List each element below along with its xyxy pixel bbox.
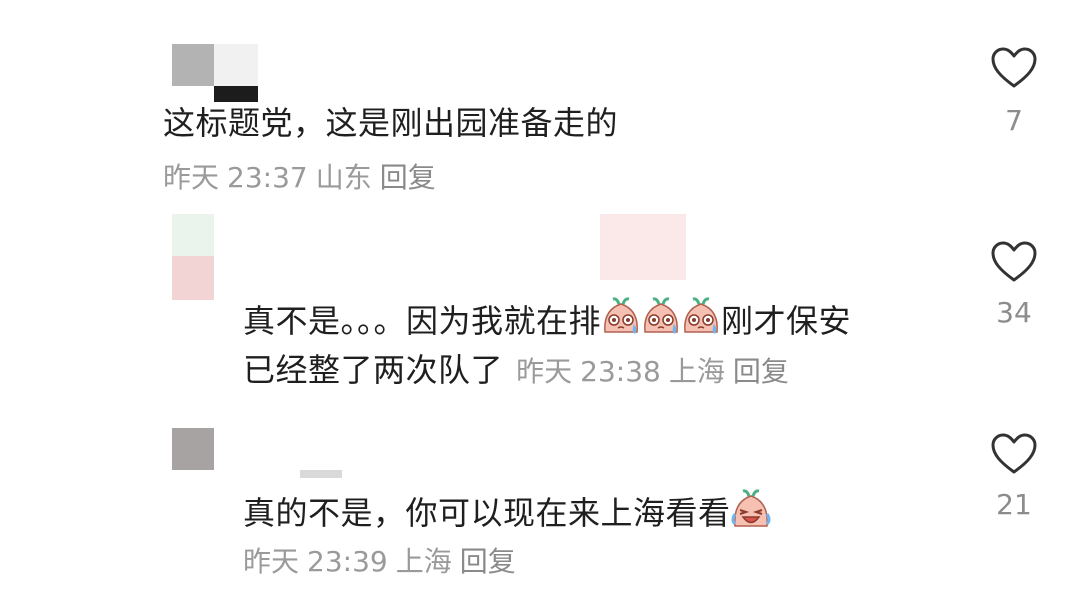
like-button[interactable] [990, 432, 1038, 480]
sweat-face-emoji-icon [644, 297, 678, 334]
comment-text-part: 真不是。。。因为我就在排 [243, 302, 602, 340]
comment-time: 23:38 [580, 355, 661, 388]
heart-icon [991, 241, 1037, 282]
like-count: 7 [1005, 104, 1023, 137]
username-redacted [600, 214, 686, 280]
sweat-face-emoji-icon [604, 297, 638, 334]
comment-date: 昨天 [243, 545, 300, 578]
comment-text: 真的不是，你可以现在来上海看看 [243, 488, 771, 533]
comment-time: 23:37 [227, 161, 308, 194]
like-count: 21 [996, 488, 1032, 521]
like-count: 34 [996, 296, 1032, 329]
sweat-face-emoji-icon [684, 297, 718, 334]
heart-icon [991, 47, 1037, 88]
comment-time: 23:39 [307, 545, 388, 578]
username-redacted [300, 470, 342, 478]
comment-date: 昨天 [516, 355, 573, 388]
comment-line-2: 已经整了两次队了 昨天 23:38 上海 回复 [243, 350, 797, 390]
avatar[interactable] [172, 428, 216, 472]
comment-1: 这标题党，这是刚出园准备走的 昨天 23:37 山东 回复 7 [0, 0, 1080, 200]
heart-icon [991, 433, 1037, 474]
comment-meta: 昨天 23:37 山东 回复 [163, 160, 444, 196]
reply-button[interactable]: 回复 [380, 161, 436, 194]
avatar[interactable] [172, 44, 262, 102]
comment-text-part: 已经整了两次队了 [243, 351, 504, 389]
comment-text-part: 刚才保安 [721, 302, 852, 340]
laugh-cry-emoji-icon [731, 489, 771, 527]
like-button[interactable] [990, 46, 1038, 94]
comment-date: 昨天 [163, 161, 220, 194]
comment-location: 上海 [668, 355, 725, 388]
comment-3: 真的不是，你可以现在来上海看看 昨天 23:39 上海 回复 21 [0, 410, 1080, 598]
avatar[interactable] [172, 214, 216, 302]
comment-location: 山东 [315, 161, 372, 194]
comment-location: 上海 [395, 545, 452, 578]
like-button[interactable] [990, 240, 1038, 288]
comment-text: 真不是。。。因为我就在排 刚才保安 [243, 296, 851, 341]
reply-button[interactable]: 回复 [460, 545, 516, 578]
comment-text: 这标题党，这是刚出园准备走的 [163, 104, 619, 142]
comment-text-part: 真的不是，你可以现在来上海看看 [243, 494, 731, 532]
comment-2: 真不是。。。因为我就在排 刚才保安 已经整了两次队了 昨天 23:38 上海 回复 34 [0, 200, 1080, 410]
comment-meta: 昨天 23:39 上海 回复 [243, 544, 524, 580]
reply-button[interactable]: 回复 [733, 355, 789, 388]
